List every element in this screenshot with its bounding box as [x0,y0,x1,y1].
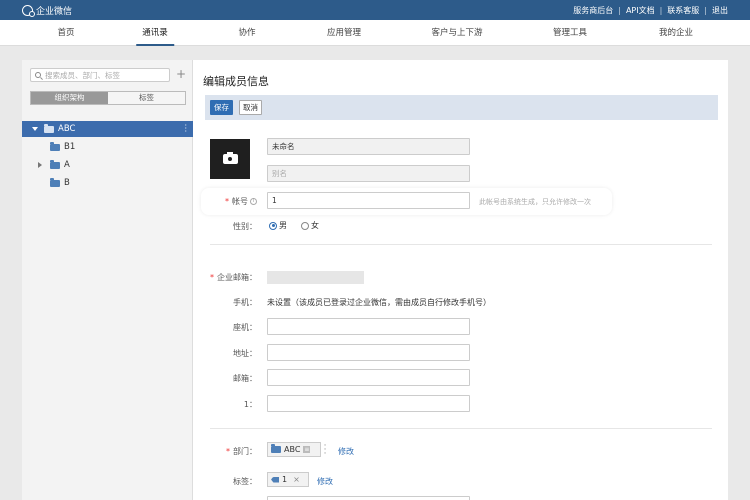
wechat-work-logo-icon [22,5,35,17]
nav-management-tools[interactable]: 管理工具 [553,20,587,46]
link-contact-support[interactable]: 联系客服 [667,5,699,16]
email-label: * 企业邮箱： [210,273,257,282]
landline-label: 座机： [233,323,257,332]
custom-field-input[interactable] [267,395,470,412]
account-hint: 此帐号由系统生成，只允许修改一次 [479,198,591,206]
search-input[interactable]: 搜索成员、部门、标签 [30,68,170,82]
required-mark: * [226,447,230,456]
nav-home[interactable]: 首页 [57,20,74,46]
add-icon[interactable]: + [176,67,186,81]
separator: | [618,6,621,15]
more-options-icon[interactable]: · · · [323,442,327,459]
mailbox-input[interactable] [267,369,470,386]
mailbox-label: 邮箱： [233,374,257,383]
avatar[interactable] [210,139,250,179]
department-modify-link[interactable]: 修改 [338,446,354,457]
gender-label: 性别： [233,222,257,231]
next-field-input[interactable] [267,496,470,500]
nav-app-management[interactable]: 应用管理 [327,20,361,46]
tab-tags[interactable]: 标签 [108,92,185,104]
search-placeholder: 搜索成员、部门、标签 [45,70,120,80]
account-input[interactable]: 1 [267,192,470,209]
tree-item-label: B [64,178,70,188]
logo-text: 企业微信 [36,7,73,17]
divider [210,244,712,245]
tree-item-b[interactable]: B [22,175,193,191]
cancel-button[interactable]: 取消 [239,100,262,115]
nav-customers[interactable]: 客户与上下游 [431,20,482,46]
save-button[interactable]: 保存 [210,100,233,115]
chevron-right-icon[interactable] [38,162,42,168]
more-options-icon[interactable]: · · · [184,122,187,136]
link-provider-backend[interactable]: 服务商后台 [573,5,613,16]
radio-selected-icon[interactable] [269,221,277,230]
tree-item-abc[interactable]: ABC · · · [22,121,193,137]
main-nav: 首页 通讯录 协作 应用管理 客户与上下游 管理工具 我的企业 [0,20,750,46]
top-bar: 企业微信 服务商后台 | API文档 | 联系客服 | 退出 [0,0,750,20]
link-api-docs[interactable]: API文档 [626,5,655,16]
alias-field[interactable]: 别名 [267,165,470,182]
radio-icon[interactable] [301,221,309,230]
nav-contacts[interactable]: 通讯录 [136,20,174,46]
tab-org-structure[interactable]: 组织架构 [31,92,108,104]
info-icon[interactable]: i [250,198,257,205]
landline-input[interactable] [267,318,470,335]
main-panel: 编辑成员信息 保存 取消 未命名 别名 * 帐号 i 1 此帐号由系统生成，只允许修… [193,60,728,500]
folder-icon [50,141,60,151]
folder-icon [50,159,60,169]
sidebar: 搜索成员、部门、标签 + 组织架构 标签 ABC · · · B1 A B [22,60,193,500]
action-bar: 保存 取消 [205,95,718,120]
gender-male-option[interactable]: 男 [269,220,287,231]
chevron-down-icon[interactable] [32,127,38,131]
gender-female-option[interactable]: 女 [301,220,319,231]
tag-label: 标签： [233,477,257,486]
camera-icon [222,152,238,164]
sidebar-segment-control: 组织架构 标签 [30,91,186,105]
link-logout[interactable]: 退出 [712,5,728,16]
separator: | [659,6,663,15]
department-label: * 部门： [226,447,257,456]
tag-icon [271,476,279,483]
department-badge-icon: ≡ [303,446,311,453]
address-label: 地址： [233,349,257,358]
separator: | [704,6,707,15]
required-mark: * [210,273,214,282]
name-field[interactable]: 未命名 [267,138,470,155]
nav-collaboration[interactable]: 协作 [238,20,255,46]
tree-item-label: ABC [58,124,76,134]
phone-value: 未设置（该成员已登录过企业微信，需由成员自行修改手机号） [267,298,491,307]
account-label: * 帐号 i [213,196,257,207]
top-links: 服务商后台 | API文档 | 联系客服 | 退出 [573,5,728,16]
remove-tag-icon[interactable]: × [293,475,300,484]
nav-my-company[interactable]: 我的企业 [659,20,693,46]
phone-label: 手机： [233,298,257,307]
tag-modify-link[interactable]: 修改 [317,476,333,487]
divider [210,428,712,429]
search-icon [35,72,41,78]
email-value-redacted [267,271,364,284]
tree-item-label: A [64,160,70,170]
tree-item-label: B1 [64,142,76,152]
folder-icon [271,444,281,453]
page-title: 编辑成员信息 [203,75,269,88]
folder-icon [44,123,54,133]
address-input[interactable] [267,344,470,361]
tag-chip[interactable]: 1 × [267,472,309,487]
logo[interactable]: 企业微信 [22,4,72,17]
custom-field-label: 1： [243,400,257,409]
folder-icon [50,177,60,187]
tree-item-a[interactable]: A [22,157,193,173]
department-chip[interactable]: ABC ≡ [267,442,321,457]
required-mark: * [225,197,229,206]
tree-item-b1[interactable]: B1 [22,139,193,155]
